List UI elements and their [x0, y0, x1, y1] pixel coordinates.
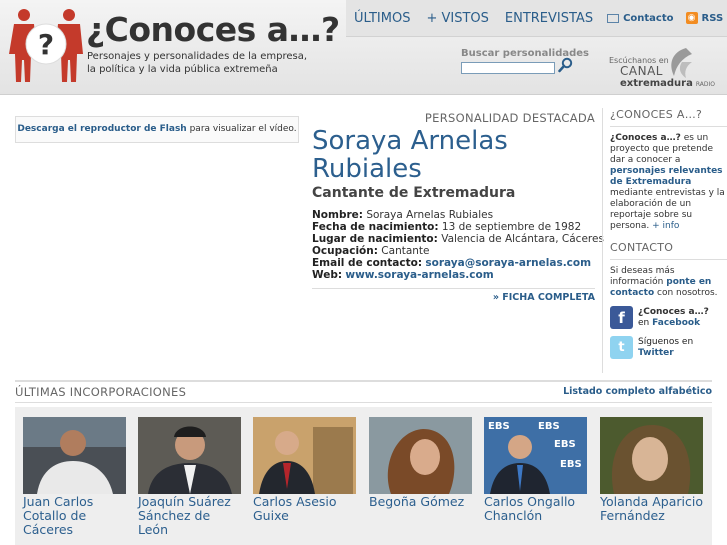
person-photo[interactable]	[600, 417, 703, 494]
svg-text:EBS: EBS	[538, 421, 560, 432]
contact-text-part1: Si deseas más información	[610, 266, 675, 287]
nav-ultimos[interactable]: ÚLTIMOS	[346, 11, 418, 26]
person-card[interactable]: Juan Carlos Cotallo de Cáceres	[23, 417, 126, 537]
contact-text: Si deseas más información ponte en conta…	[610, 266, 727, 299]
nav-rss-label: RSS	[701, 12, 724, 24]
rss-icon: ◉	[685, 12, 698, 24]
person-card[interactable]: EBS EBS EBS EBS Carlos Ongallo Chanclón	[484, 417, 587, 523]
person-photo[interactable]	[253, 417, 356, 494]
logo-question-mark: ?	[38, 28, 54, 61]
detail-key: Nombre:	[312, 209, 363, 221]
top-navigation: ÚLTIMOS + VISTOS ENTREVISTAS Contacto ◉ …	[346, 0, 727, 37]
extremadura-brand-word: extremadura	[620, 78, 693, 89]
featured-heading: PERSONALIDAD DESTACADA	[424, 111, 595, 125]
divider	[312, 288, 595, 289]
detail-key: Lugar de nacimiento:	[312, 233, 438, 245]
svg-text:EBS: EBS	[560, 459, 582, 470]
facebook-title: ¿Conoces a…?	[638, 306, 709, 317]
download-flash-link[interactable]: Descarga el reproductor de Flash	[17, 124, 186, 134]
featured-person-name[interactable]: Soraya Arnelas Rubiales	[312, 127, 595, 183]
nav-contact-label: Contacto	[623, 12, 674, 24]
detail-value: Cantante	[381, 245, 430, 257]
person-card[interactable]: Begoña Gómez	[369, 417, 472, 509]
nav-rss-link[interactable]: ◉ RSS	[680, 12, 727, 24]
detail-key: Web:	[312, 269, 343, 281]
facebook-name: Facebook	[652, 317, 701, 328]
video-player-placeholder: Descarga el reproductor de Flash para vi…	[15, 116, 299, 143]
detail-row-birthdate: Fecha de nacimiento: 13 de septiembre de…	[312, 221, 595, 233]
person-name[interactable]: Yolanda Aparicio Fernández	[600, 495, 703, 523]
person-card[interactable]: Joaquín Suárez Sánchez de León	[138, 417, 241, 537]
canal-extremadura-logo[interactable]: CANAL extremadura RADIO	[620, 64, 716, 90]
person-name[interactable]: Begoña Gómez	[369, 495, 472, 509]
detail-value: Valencia de Alcántara, Cáceres	[441, 233, 604, 245]
detail-key: Ocupación:	[312, 245, 378, 257]
person-card[interactable]: Yolanda Aparicio Fernández	[600, 417, 703, 523]
person-photo[interactable]	[23, 417, 126, 494]
about-highlight-link[interactable]: personajes relevantes de Extremadura	[610, 166, 723, 187]
logo-figures-icon[interactable]: ?	[8, 6, 84, 84]
sidebar: ¿CONOCES A…? ¿Conoces a…? es un proyecto…	[602, 108, 727, 373]
about-text: ¿Conoces a…? es un proyecto que pretende…	[610, 133, 727, 232]
detail-value: Soraya Arnelas Rubiales	[366, 209, 494, 221]
detail-key: Email de contacto:	[312, 257, 423, 269]
person-name[interactable]: Juan Carlos Cotallo de Cáceres	[23, 495, 126, 537]
nav-entrevistas[interactable]: ENTREVISTAS	[497, 11, 601, 26]
detail-row-web: Web: www.soraya-arnelas.com	[312, 269, 595, 281]
site-header: ? ¿Conoces a…? Personajes y personalidad…	[0, 0, 727, 95]
detail-row-occupation: Ocupación: Cantante	[312, 245, 595, 257]
facebook-icon: f	[610, 306, 633, 329]
detail-email-link[interactable]: soraya@soraya-arnelas.com	[425, 257, 591, 269]
canal-brand-word: CANAL	[620, 64, 663, 78]
divider	[15, 380, 712, 382]
latest-heading: ÚLTIMAS INCORPORACIONES	[15, 385, 187, 399]
twitter-text: Síguenos en	[638, 336, 694, 347]
detail-web-link[interactable]: www.soraya-arnelas.com	[345, 269, 493, 281]
divider	[15, 402, 712, 403]
person-name[interactable]: Carlos Asesio Guixe	[253, 495, 356, 523]
detail-value: 13 de septiembre de 1982	[441, 221, 582, 233]
twitter-link[interactable]: t Síguenos en Twitter	[610, 336, 727, 359]
featured-person-subtitle: Cantante de Extremadura	[312, 185, 516, 201]
about-heading: ¿CONOCES A…?	[610, 108, 727, 127]
svg-text:EBS: EBS	[554, 439, 576, 450]
search-icon[interactable]	[558, 57, 574, 73]
person-card[interactable]: Carlos Asesio Guixe	[253, 417, 356, 523]
detail-row-name: Nombre: Soraya Arnelas Rubiales	[312, 209, 595, 221]
facebook-prefix: en	[638, 317, 650, 328]
alphabetical-list-link[interactable]: Listado completo alfabético	[500, 386, 712, 397]
contact-heading: CONTACTO	[610, 241, 727, 260]
person-photo[interactable]	[369, 417, 472, 494]
detail-row-birthplace: Lugar de nacimiento: Valencia de Alcánta…	[312, 233, 604, 245]
radio-brand-word: RADIO	[695, 81, 716, 88]
person-photo[interactable]	[138, 417, 241, 494]
svg-text:EBS: EBS	[488, 421, 510, 432]
person-name[interactable]: Carlos Ongallo Chanclón	[484, 495, 587, 523]
detail-row-email: Email de contacto: soraya@soraya-arnelas…	[312, 257, 595, 269]
person-photo[interactable]: EBS EBS EBS EBS	[484, 417, 587, 494]
contact-text-part2: con nosotros.	[657, 288, 718, 298]
more-info-link[interactable]: + info	[652, 221, 679, 231]
twitter-icon: t	[610, 336, 633, 359]
twitter-name: Twitter	[638, 347, 674, 358]
person-name[interactable]: Joaquín Suárez Sánchez de León	[138, 495, 241, 537]
video-placeholder-text: para visualizar el vídeo.	[189, 124, 297, 134]
detail-key: Fecha de nacimiento:	[312, 221, 439, 233]
envelope-icon	[607, 13, 620, 23]
latest-people-grid: Juan Carlos Cotallo de Cáceres Joaquín S…	[15, 407, 712, 545]
site-tagline: Personajes y personalidades de la empres…	[87, 51, 308, 75]
nav-mas-vistos[interactable]: + VISTOS	[418, 11, 496, 26]
featured-person-details: Nombre: Soraya Arnelas Rubiales Fecha de…	[312, 209, 604, 281]
search-input[interactable]	[461, 62, 555, 74]
facebook-link[interactable]: f ¿Conoces a…? en Facebook	[610, 306, 727, 329]
about-title: ¿Conoces a…?	[610, 133, 681, 143]
site-title[interactable]: ¿Conoces a…?	[86, 10, 340, 49]
nav-contact-link[interactable]: Contacto	[601, 13, 679, 24]
full-profile-link[interactable]: » FICHA COMPLETA	[312, 292, 595, 303]
